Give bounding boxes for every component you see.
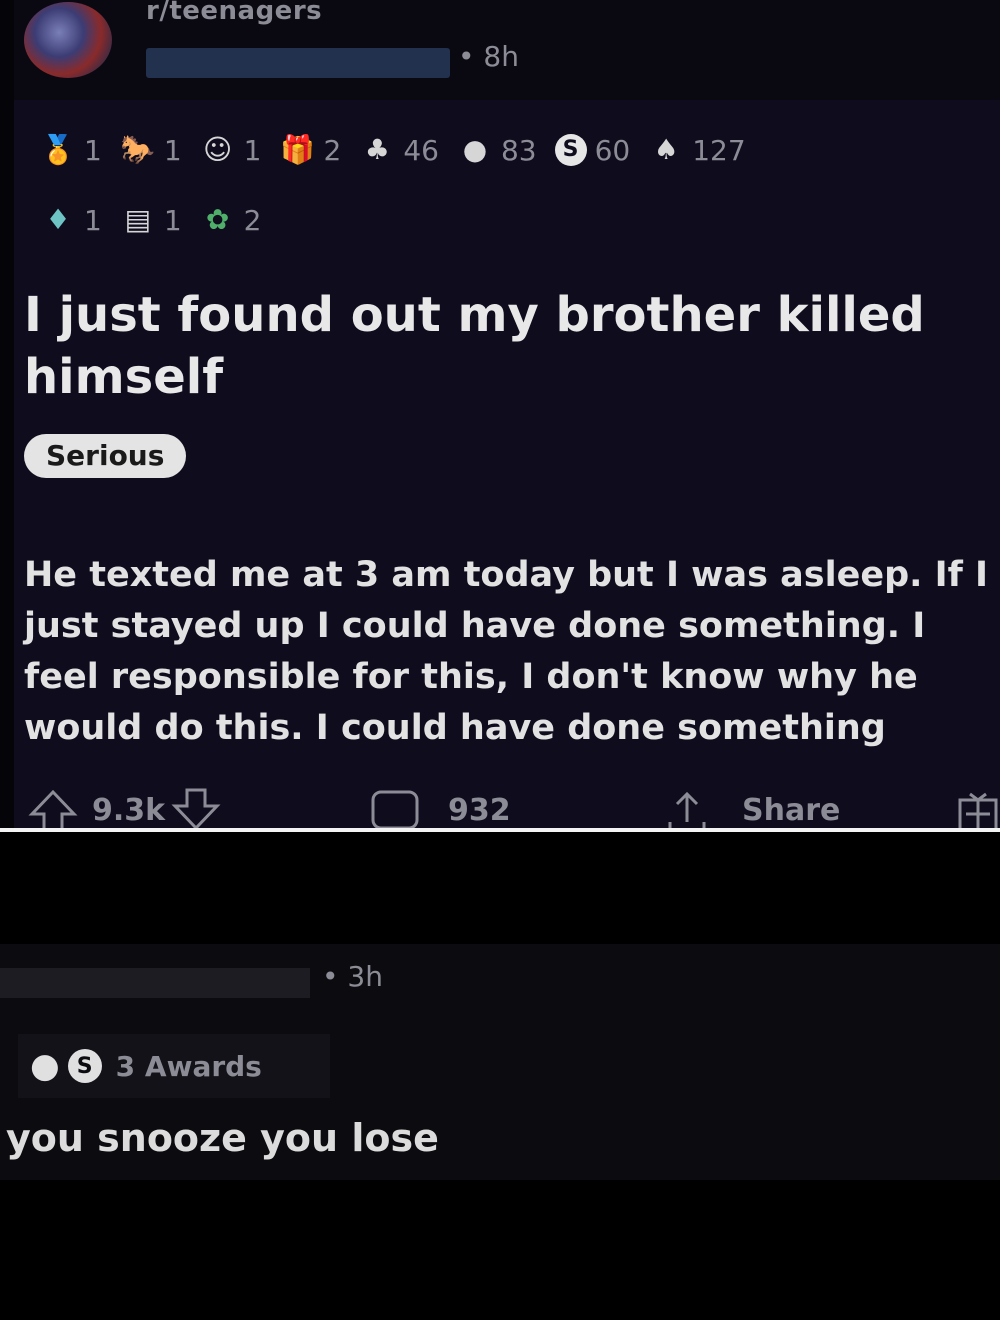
- trophy-icon: ♦: [45, 203, 71, 236]
- silver-coin-icon: S: [554, 134, 587, 166]
- subreddit-avatar[interactable]: [24, 2, 112, 78]
- award-count: 1: [84, 203, 102, 237]
- post-flair[interactable]: Serious: [24, 434, 187, 478]
- award-item[interactable]: ▤ 1: [120, 202, 182, 238]
- post-card: r/teenagers • 8h 🏅 1 🐎 1 ☺ 1 🎁 2 ♣ 46 ● 83 S 60 ♠ 127 ♦…: [0, 0, 1000, 828]
- silver-coin-icon: S: [67, 1049, 102, 1083]
- subreddit-name[interactable]: r/teenagers: [146, 0, 322, 26]
- upvote-icon[interactable]: [28, 788, 78, 828]
- awards-row-1[interactable]: 🏅 1 🐎 1 ☺ 1 🎁 2 ♣ 46 ● 83 S 60 ♠ 127: [40, 125, 764, 175]
- face-icon: ☺: [203, 133, 233, 166]
- comment-card: • 3h ● S 3 Awards you snooze you lose: [0, 944, 1000, 1180]
- horse-icon: 🐎: [120, 133, 156, 166]
- post-body: He texted me at 3 am today but I was asl…: [24, 555, 989, 748]
- share-icon: [668, 791, 706, 828]
- award-item[interactable]: 🐎 1: [120, 132, 182, 168]
- award-item[interactable]: 🏅 1: [40, 132, 102, 168]
- award-item[interactable]: ♠ 127: [648, 132, 746, 168]
- comment-awards-label: 3 Awards: [115, 1049, 262, 1083]
- award-count: 46: [403, 133, 439, 167]
- comment-username-redacted: [0, 968, 310, 998]
- award-count: 127: [692, 133, 746, 167]
- award-item[interactable]: ● 83: [457, 132, 537, 168]
- wholesome-icon: ●: [462, 133, 488, 166]
- username-redacted: [146, 48, 450, 78]
- helpful-icon: ♣: [364, 133, 390, 166]
- award-count: 60: [594, 133, 631, 167]
- award-item[interactable]: S 60: [554, 133, 631, 167]
- gift-icon: 🎁: [280, 133, 315, 166]
- awards-row-2[interactable]: ♦ 1 ▤ 1 ✿ 2: [40, 195, 279, 245]
- share-button[interactable]: Share: [662, 788, 840, 828]
- award-count: 1: [243, 133, 262, 167]
- award-count: 1: [163, 203, 182, 237]
- hug-icon: ♠: [653, 133, 679, 166]
- post-actions: 9.3k 932 Share: [0, 788, 1000, 828]
- award-item[interactable]: ✿ 2: [200, 202, 262, 238]
- award-gift-icon: [958, 792, 998, 828]
- award-count: 2: [243, 203, 262, 237]
- award-count: 83: [500, 133, 537, 167]
- award-count: 2: [323, 133, 342, 167]
- plant-icon: ✿: [205, 203, 230, 236]
- downvote-icon[interactable]: [171, 788, 221, 828]
- upvote-group: 9.3k: [28, 788, 221, 828]
- medal-icon: 🏅: [40, 133, 76, 166]
- left-edge: [0, 0, 14, 828]
- comment-count: 932: [448, 792, 511, 828]
- upvote-count: 9.3k: [92, 792, 166, 828]
- award-button[interactable]: [956, 788, 1000, 828]
- award-item[interactable]: ♣ 46: [359, 132, 439, 168]
- comment-awards[interactable]: ● S 3 Awards: [18, 1034, 330, 1098]
- award-item[interactable]: 🎁 2: [279, 132, 341, 168]
- award-count: 1: [163, 133, 182, 167]
- comment-icon: [371, 790, 419, 828]
- share-label: Share: [742, 792, 841, 828]
- scroll-icon: ▤: [124, 203, 152, 236]
- award-item[interactable]: ☺ 1: [200, 132, 262, 168]
- comments-button[interactable]: 932: [370, 788, 511, 828]
- post-time: • 8h: [458, 40, 519, 73]
- post-title[interactable]: I just found out my brother killed himse…: [24, 284, 984, 408]
- wholesome-icon: ●: [30, 1046, 60, 1086]
- comment-time: • 3h: [322, 960, 383, 993]
- divider: [0, 828, 1000, 832]
- award-count: 1: [84, 133, 102, 167]
- comment-body: you snooze you lose: [6, 1116, 439, 1160]
- award-item[interactable]: ♦ 1: [40, 202, 102, 238]
